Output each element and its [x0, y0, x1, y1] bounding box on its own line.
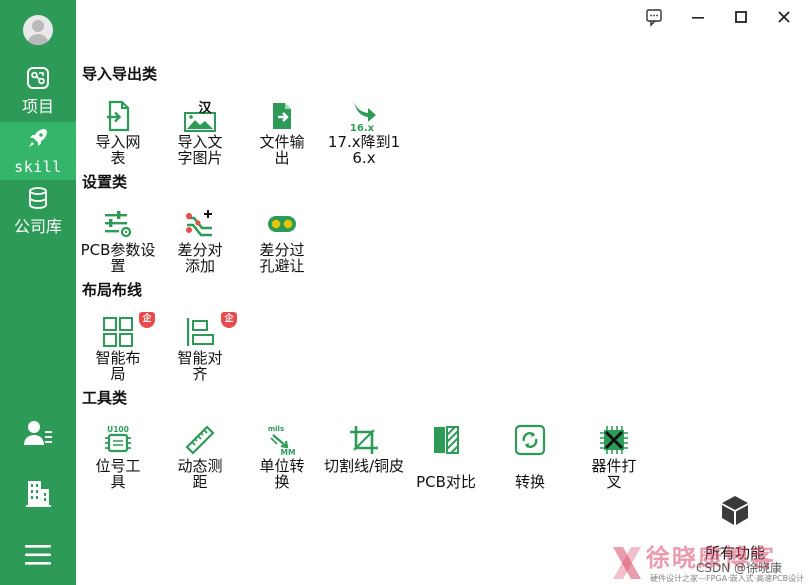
- tool-convert[interactable]: 转换: [493, 424, 567, 496]
- section-title-settings: 设置类: [82, 173, 128, 191]
- tool-import-netlist[interactable]: 导入网表: [81, 100, 155, 172]
- rocket-icon: [29, 129, 47, 147]
- tool-import-text-image[interactable]: 汉 导入文字图片: [163, 100, 237, 172]
- crop-icon: [350, 426, 378, 454]
- project-icon: [27, 67, 49, 89]
- avatar-head: [32, 20, 44, 32]
- tool-label: 器件打叉: [591, 457, 637, 491]
- convert-icon: [514, 424, 546, 456]
- tool-label: 导入文字图片: [177, 133, 223, 167]
- tool-label: 切割线/铜皮: [323, 457, 405, 475]
- import-text-image-icon: 汉: [184, 100, 216, 132]
- icon-text-u100: U100: [107, 425, 129, 434]
- sidebar: 项目 skill 公司库: [0, 0, 76, 585]
- tool-label: 转换: [514, 473, 545, 491]
- tool-dynamic-measure[interactable]: 动态测距: [163, 424, 237, 496]
- tool-label: 文件输出: [259, 133, 305, 167]
- tool-diff-via-avoid[interactable]: 差分过孔避让: [245, 208, 319, 280]
- tool-pcb-compare[interactable]: PCB对比: [409, 424, 483, 496]
- tool-label: 差分过孔避让: [259, 241, 305, 275]
- sidebar-item-project[interactable]: 项目: [0, 62, 76, 120]
- tool-label: 差分对添加: [177, 241, 223, 275]
- tool-label: 智能对齐: [177, 349, 223, 383]
- avatar-body: [27, 34, 49, 45]
- tool-pcb-settings[interactable]: PCB参数设置: [81, 208, 155, 280]
- icon-text-mils: mils: [268, 425, 284, 433]
- tool-label: 单位转换: [259, 457, 305, 491]
- watermark-logo-icon: [613, 547, 641, 579]
- tool-label: 导入网表: [95, 133, 141, 167]
- icon-text-16x: 16.x: [350, 123, 375, 132]
- building-icon[interactable]: [22, 478, 54, 508]
- close-icon[interactable]: [771, 6, 797, 28]
- all-functions-label: 所有功能: [704, 544, 765, 562]
- tool-label: PCB参数设置: [80, 241, 156, 275]
- pcb-settings-icon: [105, 211, 132, 238]
- enterprise-badge: 企: [221, 312, 237, 330]
- sidebar-item-skill[interactable]: skill: [0, 122, 76, 180]
- sidebar-item-company-library[interactable]: 公司库: [0, 182, 76, 240]
- tool-label: 动态测距: [177, 457, 223, 491]
- sidebar-item-label: 项目: [21, 97, 54, 116]
- tool-label: 位号工具: [95, 457, 141, 491]
- menu-icon[interactable]: [22, 540, 54, 570]
- badge-text: 企: [224, 314, 234, 324]
- section-title-layout-routing: 布局布线: [82, 281, 143, 299]
- minimize-icon[interactable]: [685, 6, 711, 28]
- ruler-icon: [185, 425, 215, 455]
- refdes-tool-icon: U100: [105, 425, 131, 453]
- avatar[interactable]: [23, 15, 53, 45]
- all-functions-button[interactable]: 所有功能: [690, 494, 780, 566]
- section-title-import-export: 导入导出类: [82, 65, 158, 83]
- smart-layout-icon: [103, 317, 133, 347]
- tool-smart-align[interactable]: 企 智能对齐: [163, 312, 237, 388]
- diff-pair-add-icon: [186, 210, 212, 237]
- section-title-tools: 工具类: [82, 389, 128, 407]
- database-icon: [29, 187, 47, 209]
- tool-label: 智能布局: [95, 349, 141, 383]
- sidebar-item-label: 公司库: [13, 217, 62, 236]
- tool-refdes[interactable]: U100 位号工具: [81, 424, 155, 496]
- feedback-icon[interactable]: [641, 6, 667, 28]
- badge-text: 企: [142, 314, 152, 324]
- tool-component-cross[interactable]: 器件打叉: [577, 424, 651, 496]
- tool-label: 17.x降到16.x: [327, 133, 401, 167]
- icon-text-han: 汉: [198, 100, 212, 116]
- enterprise-badge: 企: [139, 312, 155, 330]
- downgrade-icon: 16.x: [350, 102, 376, 132]
- icon-text-mm: MM: [281, 448, 296, 456]
- tool-unit-convert[interactable]: mils MM 单位转换: [245, 424, 319, 496]
- tool-downgrade-version[interactable]: 16.x 17.x降到16.x: [327, 100, 401, 172]
- unit-convert-icon: mils MM: [268, 425, 296, 456]
- tool-smart-layout[interactable]: 企 智能布局: [81, 312, 155, 388]
- cube-icon: [722, 496, 748, 525]
- user-list-icon[interactable]: [22, 418, 54, 448]
- tool-label: PCB对比: [416, 473, 476, 491]
- import-netlist-icon: [107, 100, 130, 132]
- smart-align-icon: [187, 318, 214, 346]
- pcb-compare-icon: [434, 426, 459, 454]
- tool-diff-pair-add[interactable]: 差分对添加: [163, 208, 237, 280]
- diff-via-avoid-icon: [268, 216, 296, 232]
- file-output-icon: [273, 103, 291, 129]
- component-cross-icon: [600, 426, 628, 454]
- maximize-icon[interactable]: [728, 6, 754, 28]
- sidebar-item-label: skill: [14, 158, 62, 176]
- tool-file-output[interactable]: 文件输出: [245, 100, 319, 172]
- tool-crop-copper[interactable]: 切割线/铜皮: [324, 424, 404, 496]
- watermark-subtitle: 硬件设计之家—FPGA·嵌入式·高速PCB设计: [650, 574, 805, 583]
